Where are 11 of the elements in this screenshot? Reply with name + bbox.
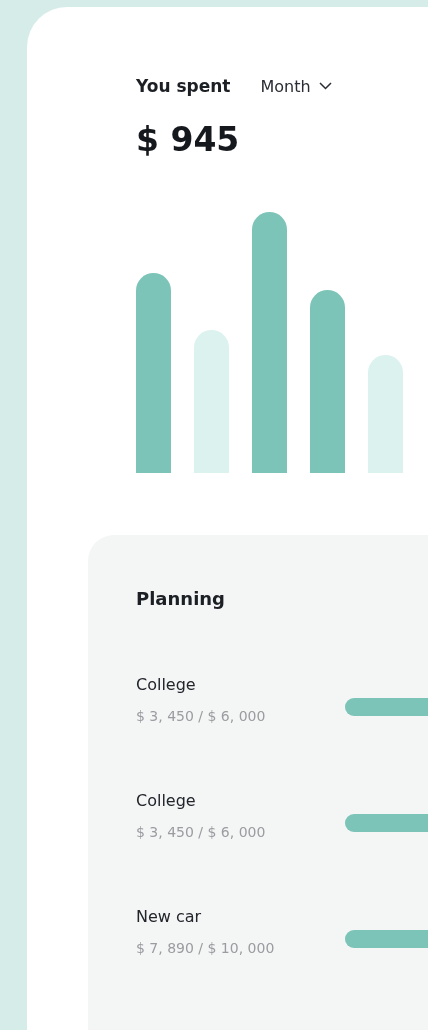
chevron-down-icon <box>318 82 332 90</box>
spent-title: You spent <box>136 76 231 96</box>
plan-name: College <box>136 790 197 812</box>
period-dropdown[interactable]: Month <box>260 76 332 96</box>
plan-amount: $ 7, 890 / $ 10, 000 <box>136 939 276 958</box>
planning-title: Planning <box>136 587 226 611</box>
spent-amount: $ 945 <box>136 120 241 160</box>
plan-name: New car <box>136 906 203 928</box>
plan-name: College <box>136 674 197 696</box>
plan-amount: $ 3, 450 / $ 6, 000 <box>136 707 267 726</box>
plan-amount: $ 3, 450 / $ 6, 000 <box>136 823 267 842</box>
